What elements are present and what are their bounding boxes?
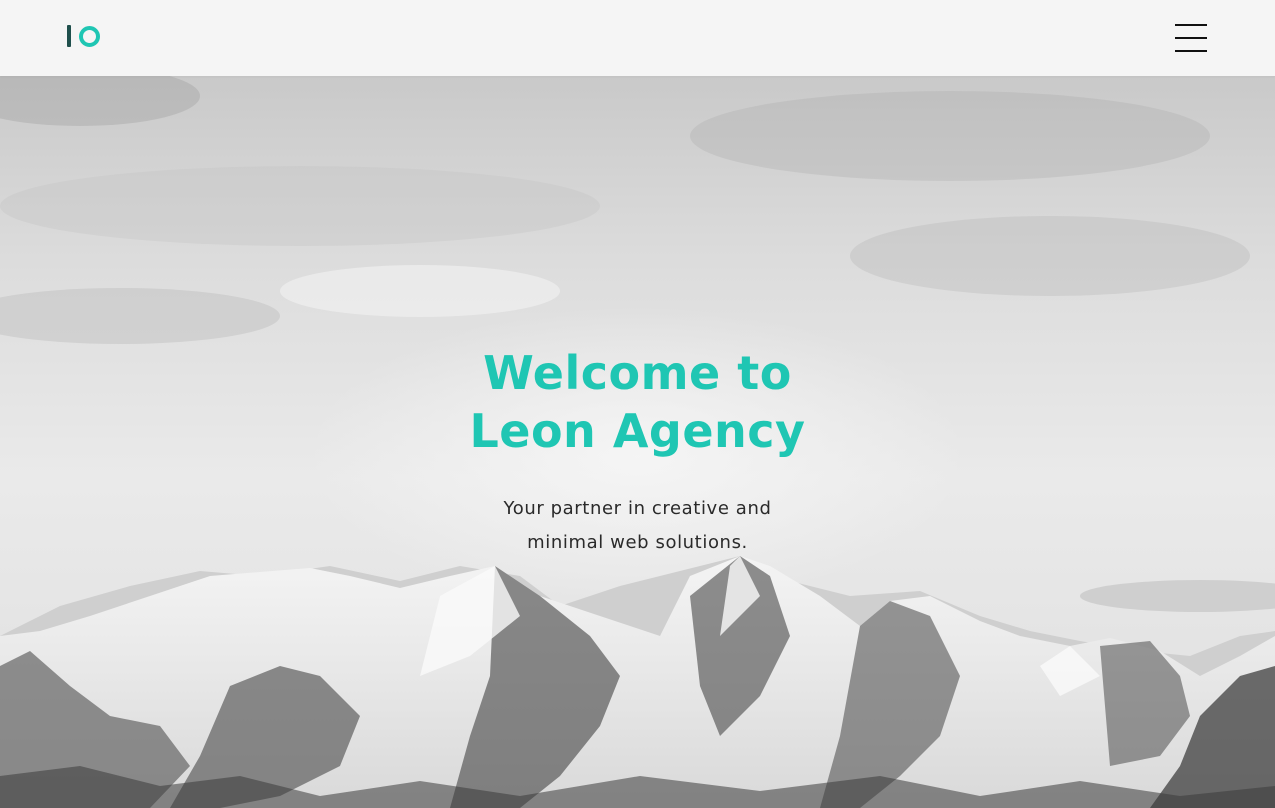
menu-line <box>1175 24 1207 26</box>
menu-line <box>1175 50 1207 52</box>
hero-subtitle-line2: minimal web solutions. <box>527 532 748 553</box>
logo-ring <box>79 25 100 47</box>
landing-page: Welcome to Leon Agency Your partner in c… <box>0 0 1275 808</box>
logo-bar <box>67 25 71 47</box>
site-header <box>0 0 1275 76</box>
hero-title: Welcome to Leon Agency <box>0 344 1275 460</box>
io-logo-icon[interactable] <box>67 24 107 48</box>
hamburger-menu-icon[interactable] <box>1175 24 1207 52</box>
hero-content: Welcome to Leon Agency Your partner in c… <box>0 344 1275 560</box>
hero-subtitle: Your partner in creative and minimal web… <box>0 492 1275 560</box>
hero-section: Welcome to Leon Agency Your partner in c… <box>0 76 1275 808</box>
hero-subtitle-line1: Your partner in creative and <box>503 498 772 519</box>
hero-title-line2: Leon Agency <box>469 404 806 458</box>
hero-title-line1: Welcome to <box>483 346 792 400</box>
menu-line <box>1175 37 1207 39</box>
